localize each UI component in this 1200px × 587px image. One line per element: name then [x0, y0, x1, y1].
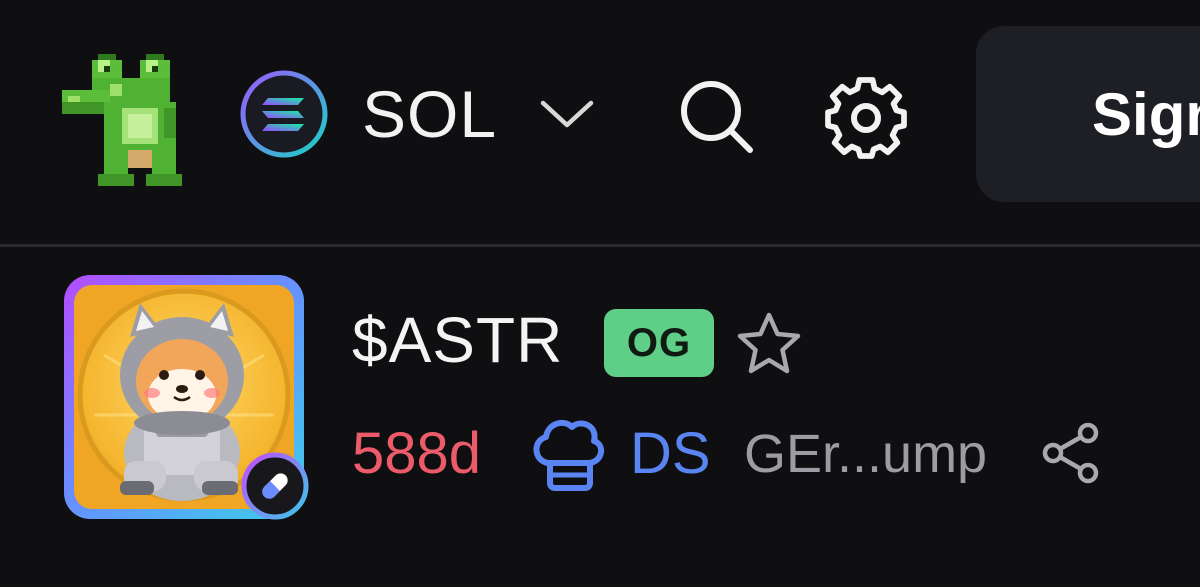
token-avatar[interactable] — [64, 275, 310, 521]
chef-hat-icon — [533, 419, 605, 491]
token-meta-row: 588d DS GEr...ump — [352, 417, 1172, 491]
token-ticker: $ASTR — [352, 304, 564, 376]
dev-tag[interactable]: DS — [630, 417, 711, 491]
token-row: $ASTR OG 588d DS GEr...ump — [0, 247, 1200, 587]
solana-icon — [240, 70, 328, 158]
chain-selector[interactable]: SOL — [240, 68, 595, 160]
star-icon[interactable] — [734, 309, 804, 379]
pixel-frog-logo-icon[interactable] — [62, 54, 200, 186]
share-icon[interactable] — [1040, 421, 1102, 485]
token-age: 588d — [352, 421, 482, 486]
og-badge: OG — [604, 309, 714, 377]
chevron-down-icon — [540, 100, 594, 128]
pill-icon[interactable] — [240, 451, 310, 521]
top-bar: SOL Sign — [0, 0, 1200, 246]
contract-address[interactable]: GEr...ump — [744, 417, 987, 491]
gear-icon[interactable] — [822, 74, 910, 162]
page: SOL Sign — [0, 0, 1200, 587]
search-icon[interactable] — [676, 76, 758, 158]
chain-label: SOL — [362, 77, 498, 151]
sign-in-button[interactable]: Sign — [976, 26, 1200, 202]
